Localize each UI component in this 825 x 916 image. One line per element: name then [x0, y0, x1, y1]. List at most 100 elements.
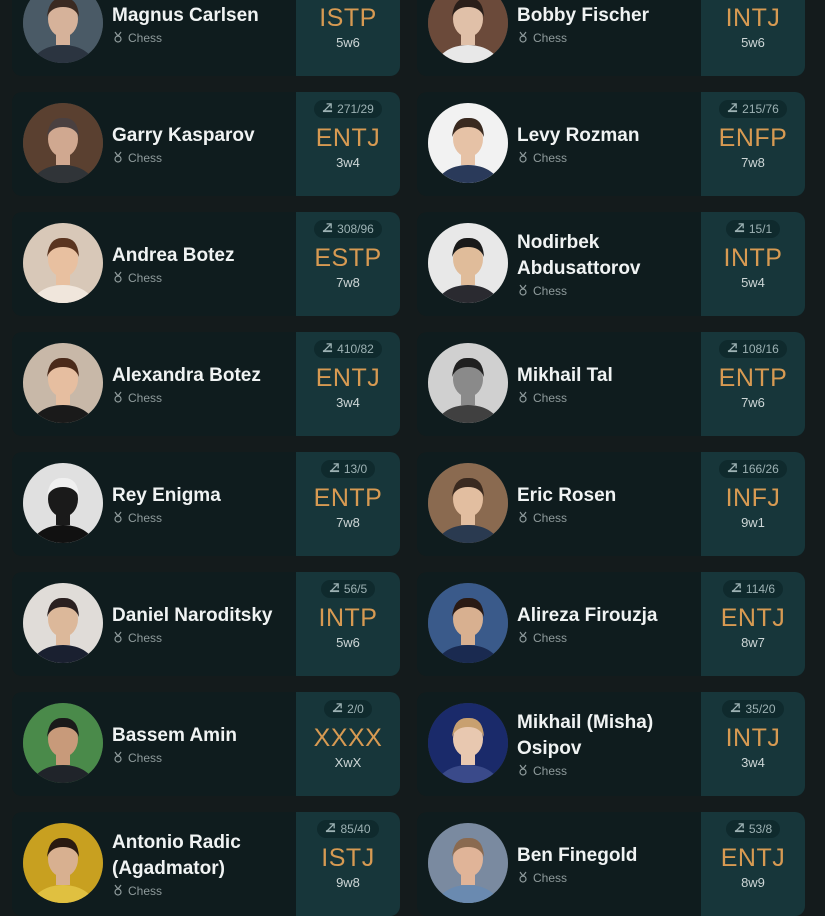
category-label[interactable]: Chess	[517, 764, 697, 779]
profile-info: Bobby Fischer Chess	[517, 0, 697, 76]
profile-card[interactable]: Eric Rosen Chess 166/26 INFJ 9w1	[417, 452, 805, 556]
profile-name[interactable]: Mikhail Tal	[517, 363, 697, 389]
profile-card[interactable]: Alireza Firouzja Chess 114/6 ENTJ 8w7	[417, 572, 805, 676]
profile-name[interactable]: Mikhail (Misha)	[517, 710, 697, 736]
category-label[interactable]: Chess	[112, 151, 292, 166]
profile-card[interactable]: Ben Finegold Chess 53/8 ENTJ 8w9	[417, 812, 805, 916]
vote-count: 114/6	[745, 582, 776, 596]
profile-card[interactable]: Mikhail Tal Chess 108/16 ENTP 7w6	[417, 332, 805, 436]
category-text: Chess	[128, 271, 163, 285]
profile-name[interactable]: Nodirbek	[517, 230, 697, 256]
avatar[interactable]	[428, 823, 508, 903]
category-label[interactable]: Chess	[112, 631, 292, 646]
personality-type-panel: 108/16 ENTP 7w6	[701, 332, 805, 436]
vote-count: 15/1	[748, 222, 773, 236]
category-label[interactable]: Chess	[112, 884, 292, 899]
vote-count-badge: 53/8	[725, 820, 781, 838]
profile-card[interactable]: Garry Kasparov Chess 271/29 ENTJ 3w4	[12, 92, 400, 196]
personality-type-panel: 56/5 INTP 5w6	[296, 572, 400, 676]
profile-name[interactable]: Levy Rozman	[517, 123, 697, 149]
profile-info: Andrea Botez Chess	[112, 212, 292, 316]
vote-count-badge: 114/6	[722, 580, 784, 598]
avatar[interactable]	[428, 583, 508, 663]
vote-count: 166/26	[742, 462, 779, 476]
portrait-image	[23, 103, 103, 183]
avatar[interactable]	[23, 703, 103, 783]
vote-icon	[322, 342, 333, 356]
category-label[interactable]: Chess	[517, 871, 697, 886]
avatar[interactable]	[428, 463, 508, 543]
avatar[interactable]	[23, 0, 103, 63]
profile-card[interactable]: Levy Rozman Chess 215/76 ENFP 7w8	[417, 92, 805, 196]
avatar[interactable]	[23, 823, 103, 903]
profile-name[interactable]: Daniel Naroditsky	[112, 603, 292, 629]
category-text: Chess	[533, 284, 568, 298]
profile-name[interactable]: Eric Rosen	[517, 483, 697, 509]
profile-name[interactable]: Osipov	[517, 736, 697, 762]
profile-card[interactable]: Rey Enigma Chess 13/0 ENTP 7w8	[12, 452, 400, 556]
avatar[interactable]	[23, 583, 103, 663]
avatar[interactable]	[428, 343, 508, 423]
profile-name[interactable]: Andrea Botez	[112, 243, 292, 269]
category-label[interactable]: Chess	[112, 511, 292, 526]
vote-count-badge: 271/29	[314, 100, 382, 118]
profile-card[interactable]: Magnus Carlsen Chess 880/357 ISTP 5w6	[12, 0, 400, 76]
category-label[interactable]: Chess	[112, 271, 292, 286]
profile-info: Mikhail Tal Chess	[517, 332, 697, 436]
avatar[interactable]	[428, 0, 508, 63]
medal-icon	[517, 151, 533, 166]
category-label[interactable]: Chess	[517, 631, 697, 646]
category-label[interactable]: Chess	[517, 511, 697, 526]
avatar[interactable]	[428, 223, 508, 303]
profile-info: Garry Kasparov Chess	[112, 92, 292, 196]
avatar[interactable]	[428, 103, 508, 183]
portrait-image	[23, 823, 103, 903]
profile-card[interactable]: Bassem Amin Chess 2/0 XXXX XwX	[12, 692, 400, 796]
profile-name[interactable]: Rey Enigma	[112, 483, 292, 509]
profile-name[interactable]: Bobby Fischer	[517, 3, 697, 29]
profile-name[interactable]: Alireza Firouzja	[517, 603, 697, 629]
personality-type-panel: 924/195 INTJ 5w6	[701, 0, 805, 76]
vote-icon	[332, 702, 343, 716]
avatar[interactable]	[23, 343, 103, 423]
profile-name[interactable]: Alexandra Botez	[112, 363, 292, 389]
category-label[interactable]: Chess	[517, 31, 697, 46]
profile-card[interactable]: Bobby Fischer Chess 924/195 INTJ 5w6	[417, 0, 805, 76]
profile-card[interactable]: Antonio Radic (Agadmator) Chess 85/40 IST…	[12, 812, 400, 916]
profile-name[interactable]: Garry Kasparov	[112, 123, 292, 149]
mbti-type: ISTJ	[321, 844, 375, 872]
mbti-type: INTP	[318, 604, 378, 632]
mbti-type: ENTJ	[315, 364, 381, 392]
avatar[interactable]	[428, 703, 508, 783]
vote-icon	[322, 102, 333, 116]
profile-card[interactable]: Daniel Naroditsky Chess 56/5 INTP 5w6	[12, 572, 400, 676]
category-label[interactable]: Chess	[112, 751, 292, 766]
category-label[interactable]: Chess	[112, 391, 292, 406]
profile-name[interactable]: Abdusattorov	[517, 256, 697, 282]
profile-name[interactable]: Ben Finegold	[517, 843, 697, 869]
category-text: Chess	[128, 151, 163, 165]
category-label[interactable]: Chess	[517, 151, 697, 166]
category-label[interactable]: Chess	[517, 284, 697, 299]
avatar[interactable]	[23, 463, 103, 543]
profile-card[interactable]: Alexandra Botez Chess 410/82 ENTJ 3w4	[12, 332, 400, 436]
medal-icon	[112, 511, 128, 526]
enneagram-type: 5w6	[741, 35, 765, 50]
profile-name[interactable]: Antonio Radic	[112, 830, 292, 856]
enneagram-type: 8w7	[741, 635, 765, 650]
category-label[interactable]: Chess	[517, 391, 697, 406]
profile-name[interactable]: (Agadmator)	[112, 856, 292, 882]
profile-card[interactable]: Mikhail (Misha) Osipov Chess 35/20 INTJ 3…	[417, 692, 805, 796]
enneagram-type: 7w8	[336, 515, 360, 530]
category-label[interactable]: Chess	[112, 31, 292, 46]
category-text: Chess	[533, 391, 568, 405]
vote-icon	[325, 822, 336, 836]
profile-card[interactable]: Andrea Botez Chess 308/96 ESTP 7w8	[12, 212, 400, 316]
avatar[interactable]	[23, 103, 103, 183]
profile-name[interactable]: Magnus Carlsen	[112, 3, 292, 29]
profile-name[interactable]: Bassem Amin	[112, 723, 292, 749]
profile-card[interactable]: Nodirbek Abdusattorov Chess 15/1 INTP 5w4	[417, 212, 805, 316]
medal-icon	[517, 631, 533, 646]
avatar[interactable]	[23, 223, 103, 303]
enneagram-type: 8w9	[741, 875, 765, 890]
